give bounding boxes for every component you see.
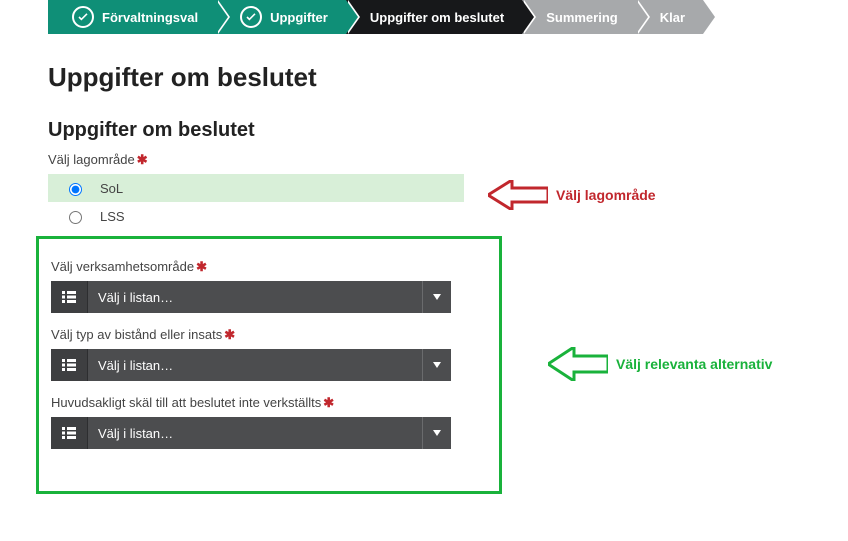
list-icon bbox=[51, 349, 88, 381]
check-icon bbox=[240, 6, 262, 28]
verksamhet-dropdown[interactable]: Välj i listan… bbox=[51, 281, 451, 313]
radio-lss-label: LSS bbox=[100, 209, 125, 224]
chevron-down-icon[interactable] bbox=[422, 349, 451, 381]
radio-sol-label: SoL bbox=[100, 181, 123, 196]
skal-dropdown[interactable]: Välj i listan… bbox=[51, 417, 451, 449]
green-highlight-box: Välj verksamhetsområde✱ Välj i listan… V… bbox=[36, 236, 502, 494]
required-icon: ✱ bbox=[323, 395, 334, 410]
progress-steps: Förvaltningsval Uppgifter Uppgifter om b… bbox=[48, 0, 848, 34]
list-icon bbox=[51, 281, 88, 313]
required-icon: ✱ bbox=[224, 327, 235, 342]
arrow-left-icon bbox=[548, 347, 608, 381]
bistand-label: Välj typ av bistånd eller insats✱ bbox=[51, 327, 489, 343]
chevron-down-icon[interactable] bbox=[422, 281, 451, 313]
verksamhet-label: Välj verksamhetsområde✱ bbox=[51, 259, 489, 275]
radio-sol-input[interactable] bbox=[69, 183, 82, 196]
radio-lss-input[interactable] bbox=[69, 211, 82, 224]
step-summering[interactable]: Summering bbox=[522, 0, 636, 34]
annotation-lagomrade: Välj lagområde bbox=[488, 180, 656, 210]
required-icon: ✱ bbox=[196, 259, 207, 274]
radio-sol[interactable]: SoL bbox=[48, 174, 464, 202]
step-label: Summering bbox=[546, 10, 618, 25]
dropdown-value: Välj i listan… bbox=[88, 349, 422, 381]
arrow-left-icon bbox=[488, 180, 548, 210]
page-title: Uppgifter om beslutet bbox=[48, 62, 848, 93]
annotation-relevant: Välj relevanta alternativ bbox=[548, 347, 772, 381]
dropdown-value: Välj i listan… bbox=[88, 281, 422, 313]
step-forvaltningsval[interactable]: Förvaltningsval bbox=[48, 0, 216, 34]
check-icon bbox=[72, 6, 94, 28]
lagomrade-label: Välj lagområde✱ bbox=[48, 152, 848, 168]
required-icon: ✱ bbox=[137, 152, 148, 167]
list-icon bbox=[51, 417, 88, 449]
bistand-dropdown[interactable]: Välj i listan… bbox=[51, 349, 451, 381]
step-label: Förvaltningsval bbox=[102, 10, 198, 25]
step-label: Uppgifter bbox=[270, 10, 328, 25]
radio-lss[interactable]: LSS bbox=[48, 202, 464, 230]
chevron-down-icon[interactable] bbox=[422, 417, 451, 449]
step-uppgifter-om-beslutet[interactable]: Uppgifter om beslutet bbox=[346, 0, 522, 34]
skal-label: Huvudsakligt skäl till att beslutet inte… bbox=[51, 395, 489, 411]
step-uppgifter[interactable]: Uppgifter bbox=[216, 0, 346, 34]
dropdown-value: Välj i listan… bbox=[88, 417, 422, 449]
step-label: Uppgifter om beslutet bbox=[370, 10, 504, 25]
step-label: Klar bbox=[660, 10, 685, 25]
section-title: Uppgifter om beslutet bbox=[48, 119, 848, 142]
